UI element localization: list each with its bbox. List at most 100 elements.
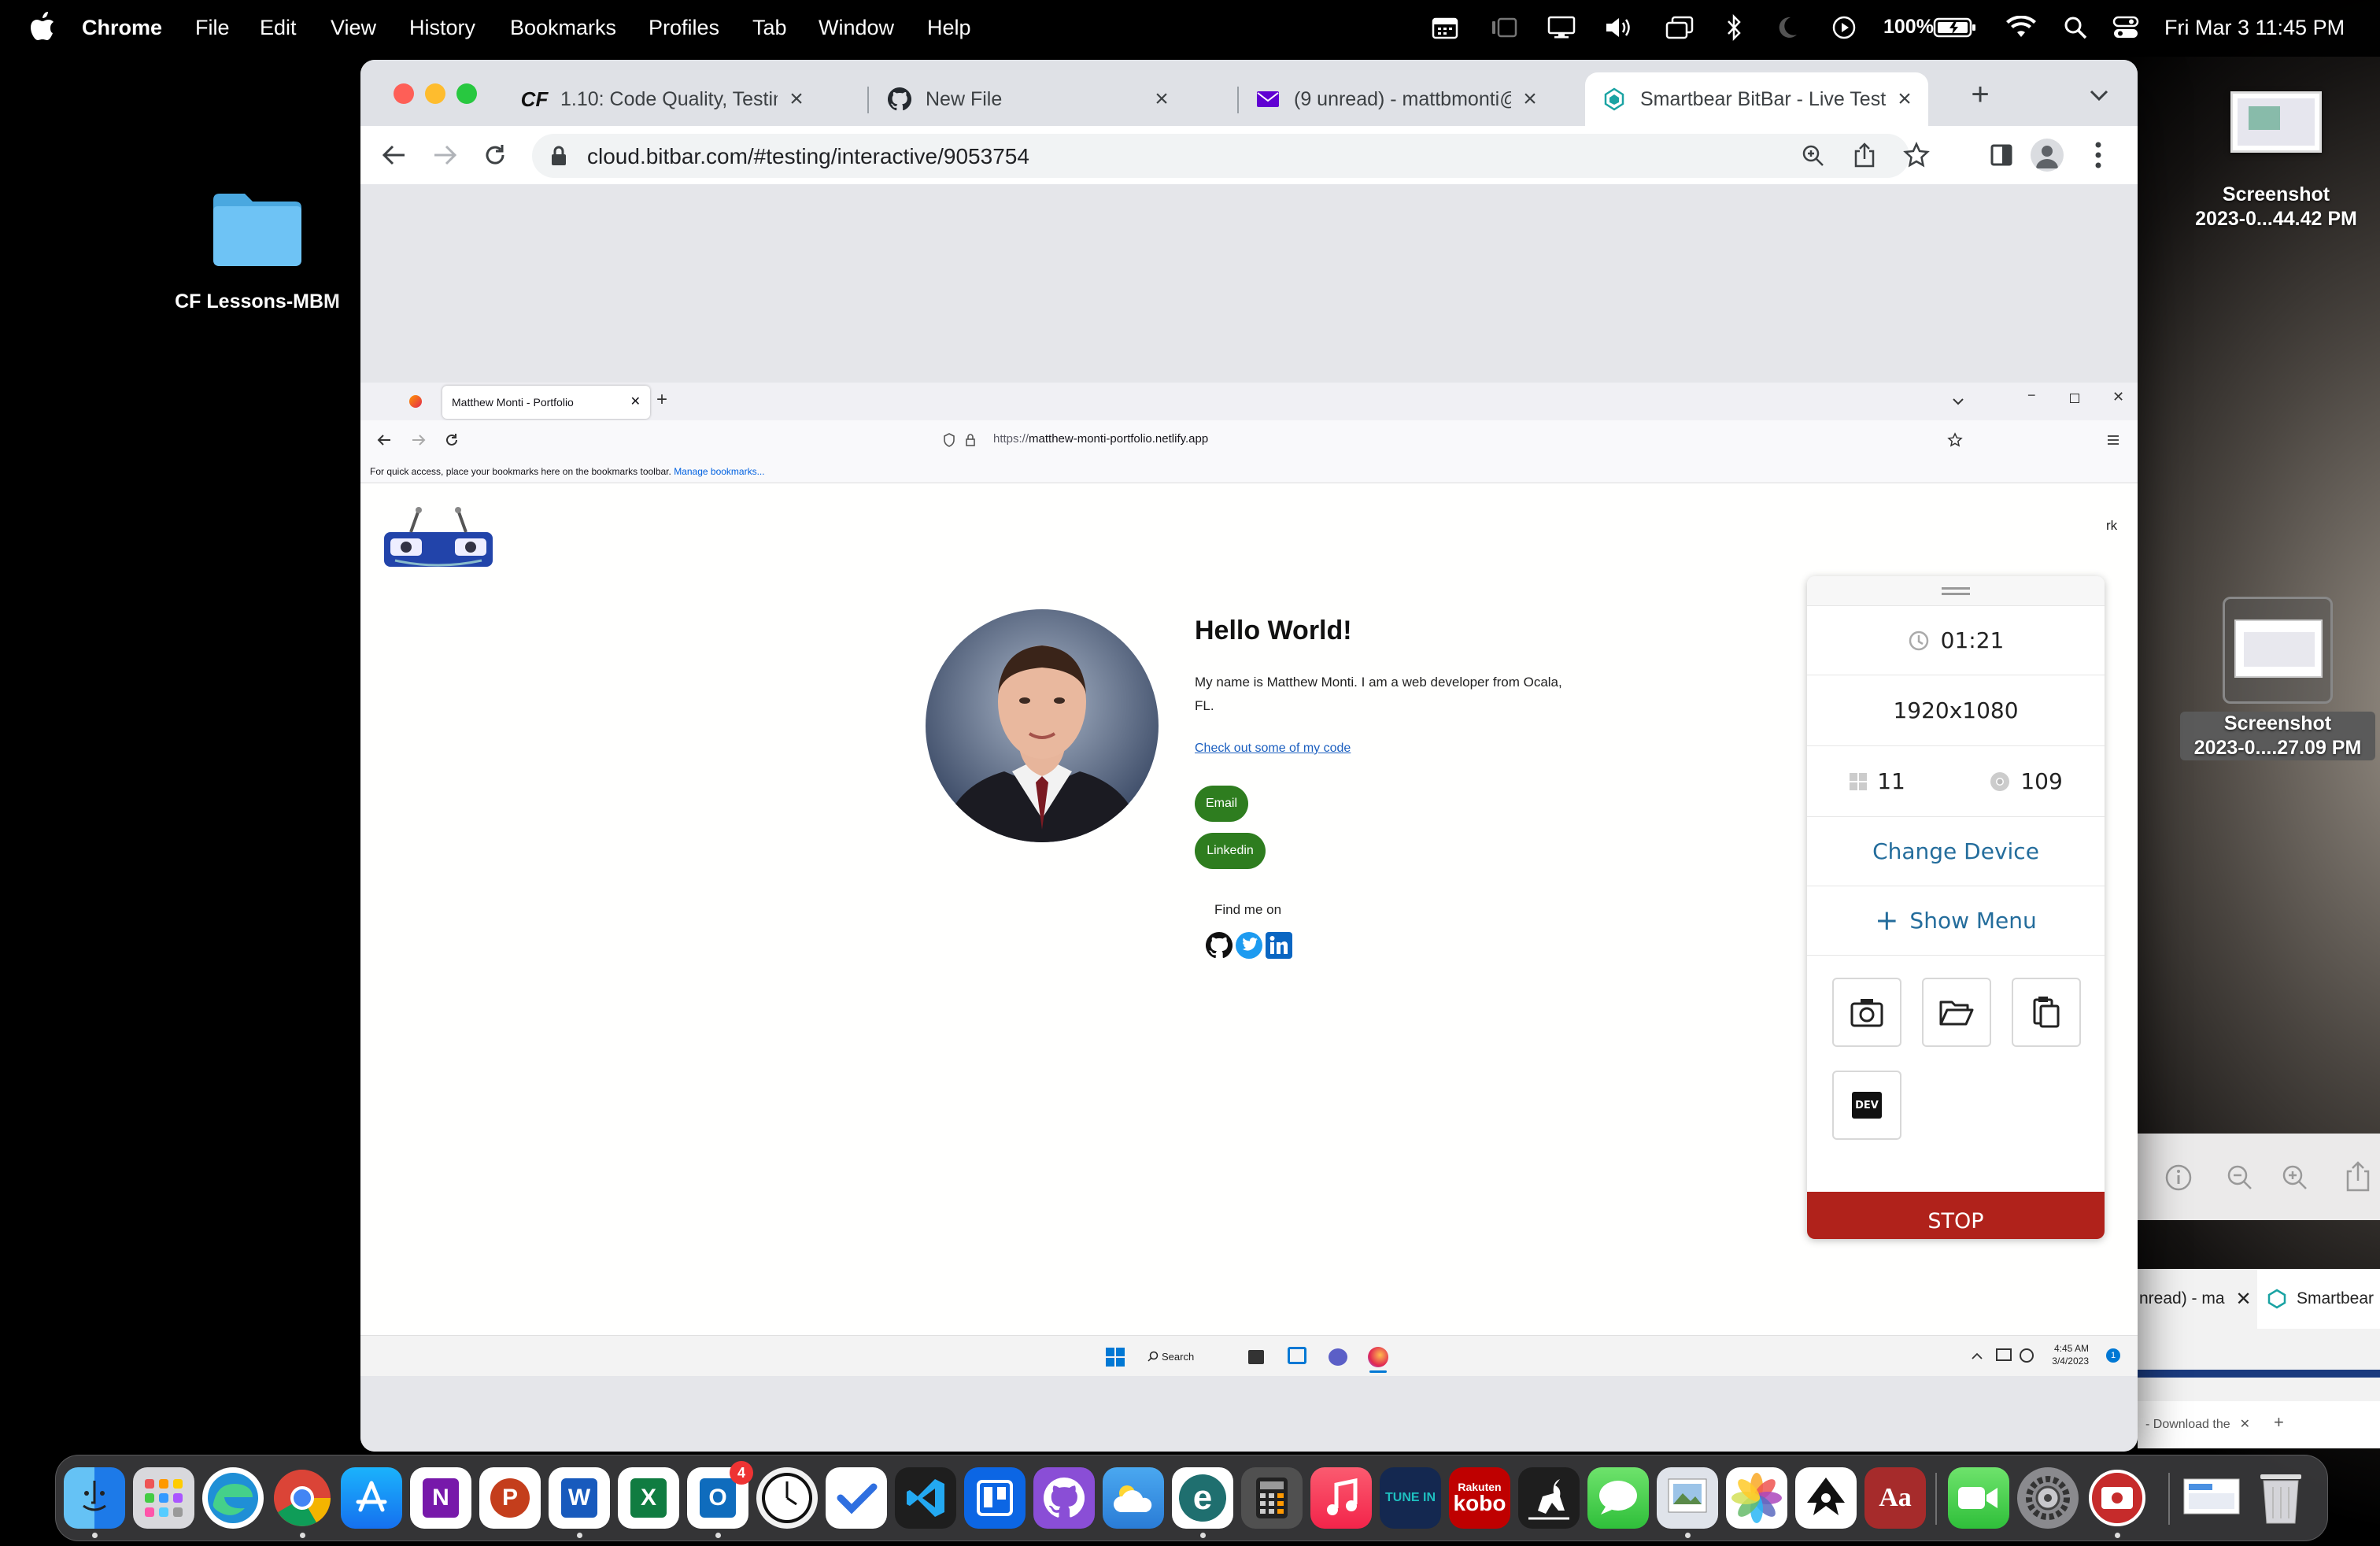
control-center-icon[interactable] [2112, 14, 2140, 41]
code-link[interactable]: Check out some of my code [1195, 742, 1351, 756]
onenote-icon[interactable]: N [410, 1467, 471, 1529]
messages-icon[interactable] [1587, 1467, 1649, 1529]
win-close-button[interactable]: ✕ [2112, 389, 2124, 405]
teams-chat-icon[interactable] [1329, 1348, 1347, 1366]
taskbar-clock[interactable]: 4:45 AM 3/4/2023 [2045, 1342, 2089, 1367]
weather-icon[interactable] [1103, 1467, 1164, 1529]
remote-device-screen[interactable]: Matthew Monti - Portfolio ✕ + − ✕ https:… [360, 383, 2138, 1376]
kindle-icon[interactable] [1518, 1467, 1580, 1529]
linkedin-social-icon[interactable] [1266, 932, 1292, 959]
reload-button[interactable] [477, 137, 513, 173]
stop-session-button[interactable]: STOP [1807, 1192, 2105, 1239]
side-panel-icon[interactable] [1990, 143, 2013, 167]
screenshot-tool-button[interactable] [1832, 978, 1901, 1047]
close-tab-icon[interactable]: ✕ [630, 394, 641, 409]
lock-icon[interactable] [549, 145, 568, 167]
calculator-icon[interactable] [1241, 1467, 1303, 1529]
ff-bookmark-star-icon[interactable] [1947, 432, 1963, 448]
ff-hamburger-menu-icon[interactable] [2106, 435, 2120, 446]
folder-icon[interactable] [210, 189, 305, 268]
tracking-shield-icon[interactable] [943, 433, 955, 447]
panel-drag-handle[interactable] [1807, 576, 2105, 606]
close-tab-icon[interactable]: × [1519, 86, 1541, 112]
clipboard-button[interactable] [2012, 978, 2081, 1047]
recent-document-icon[interactable] [2181, 1467, 2242, 1529]
win-maximize-button[interactable] [2070, 394, 2079, 403]
close-tab-icon[interactable]: × [1151, 86, 1173, 112]
menu-datetime[interactable]: Fri Mar 3 11:45 PM [2164, 16, 2345, 40]
ff-forward-icon[interactable] [411, 433, 427, 447]
calendar-status-icon[interactable] [1431, 14, 1459, 41]
menu-bookmarks[interactable]: Bookmarks [510, 16, 616, 40]
zoom-out-icon[interactable] [2226, 1163, 2254, 1192]
peek-second-window[interactable]: - Download the ✕ + [2138, 1401, 2380, 1448]
volume-icon[interactable] [1604, 14, 1635, 41]
screenshot-thumbnail[interactable] [2230, 91, 2322, 153]
firefox-new-tab-button[interactable]: + [656, 389, 667, 411]
show-menu-button[interactable]: + Show Menu [1807, 886, 2105, 956]
inkscape-icon[interactable] [1795, 1467, 1857, 1529]
apple-icon[interactable] [30, 11, 55, 43]
firefox-view-icon[interactable] [409, 395, 422, 408]
finder-icon[interactable] [64, 1467, 125, 1529]
site-logo[interactable] [379, 504, 497, 575]
taskbar-search[interactable]: Search [1148, 1345, 1210, 1367]
stage-manager-icon[interactable] [1490, 14, 1518, 41]
ff-back-icon[interactable] [376, 433, 392, 447]
windows-overlap-icon[interactable] [1665, 14, 1694, 41]
evernote-icon[interactable]: e [1172, 1467, 1233, 1529]
win-minimize-button[interactable]: − [2027, 387, 2036, 404]
menu-file[interactable]: File [195, 16, 230, 40]
network-tray-icon[interactable] [1996, 1348, 2012, 1361]
firefox-tab-active[interactable]: Matthew Monti - Portfolio ✕ [442, 386, 650, 419]
close-tab-icon[interactable]: × [785, 86, 808, 112]
outlook-icon[interactable]: O 4 [687, 1461, 753, 1529]
new-tab-button[interactable]: + [1964, 79, 1996, 112]
preview-icon[interactable] [1657, 1467, 1718, 1529]
display-icon[interactable] [1547, 14, 1576, 41]
battery-icon[interactable] [1933, 14, 1977, 41]
back-button[interactable] [376, 137, 412, 173]
widgets-icon[interactable] [1288, 1347, 1306, 1364]
menu-window[interactable]: Window [819, 16, 894, 40]
dev-tools-button[interactable]: DEV [1832, 1071, 1901, 1140]
share-icon[interactable] [1853, 142, 1876, 168]
bluetooth-icon[interactable] [1725, 14, 1743, 41]
close-window-button[interactable] [394, 83, 414, 104]
moon-icon[interactable] [1776, 14, 1799, 41]
zoom-icon[interactable] [1801, 143, 1826, 168]
twitter-social-icon[interactable] [1236, 932, 1262, 959]
address-bar[interactable]: cloud.bitbar.com/#testing/interactive/90… [532, 134, 1930, 178]
info-icon[interactable] [2164, 1163, 2193, 1192]
chrome-dock-icon[interactable] [272, 1467, 333, 1529]
menu-profiles[interactable]: Profiles [649, 16, 719, 40]
zoom-window-button[interactable] [456, 83, 477, 104]
tab-search-chevron-icon[interactable] [2089, 88, 2109, 102]
chrome-tab-4-active[interactable]: Smartbear BitBar - Live Testi × [1585, 72, 1928, 126]
close-tab-icon[interactable]: × [1894, 86, 1916, 112]
clock-app-icon[interactable] [756, 1467, 818, 1529]
minimize-window-button[interactable] [425, 83, 445, 104]
dictionary-icon[interactable]: Aa [1864, 1467, 1926, 1529]
manage-bookmarks-link[interactable]: Manage bookmarks... [674, 466, 764, 477]
chrome-tab-1[interactable]: CF 1.10: Code Quality, Testing, a × [507, 72, 822, 126]
screen-recorder-icon[interactable] [2086, 1467, 2148, 1529]
peek-tab-left[interactable]: nread) - ma ✕ [2139, 1269, 2257, 1329]
linkedin-button[interactable]: Linkedin [1195, 833, 1266, 869]
app-store-icon[interactable] [341, 1467, 402, 1529]
list-tabs-chevron-icon[interactable] [1952, 397, 1964, 406]
screenshot-selected-frame[interactable] [2223, 597, 2333, 704]
more-menu-icon[interactable] [2094, 140, 2103, 170]
menu-edit[interactable]: Edit [260, 16, 297, 40]
todo-icon[interactable] [826, 1467, 887, 1529]
music-icon[interactable] [1310, 1467, 1372, 1529]
kobo-icon[interactable]: Rakuten kobo [1449, 1467, 1510, 1529]
menu-history[interactable]: History [409, 16, 475, 40]
profile-avatar[interactable] [2031, 139, 2064, 172]
menu-tab[interactable]: Tab [752, 16, 787, 40]
system-settings-icon[interactable] [2017, 1467, 2079, 1529]
edge-icon[interactable] [202, 1467, 264, 1529]
powerpoint-icon[interactable]: P [479, 1467, 541, 1529]
bookmark-star-icon[interactable] [1903, 142, 1930, 168]
email-button[interactable]: Email [1195, 786, 1248, 822]
